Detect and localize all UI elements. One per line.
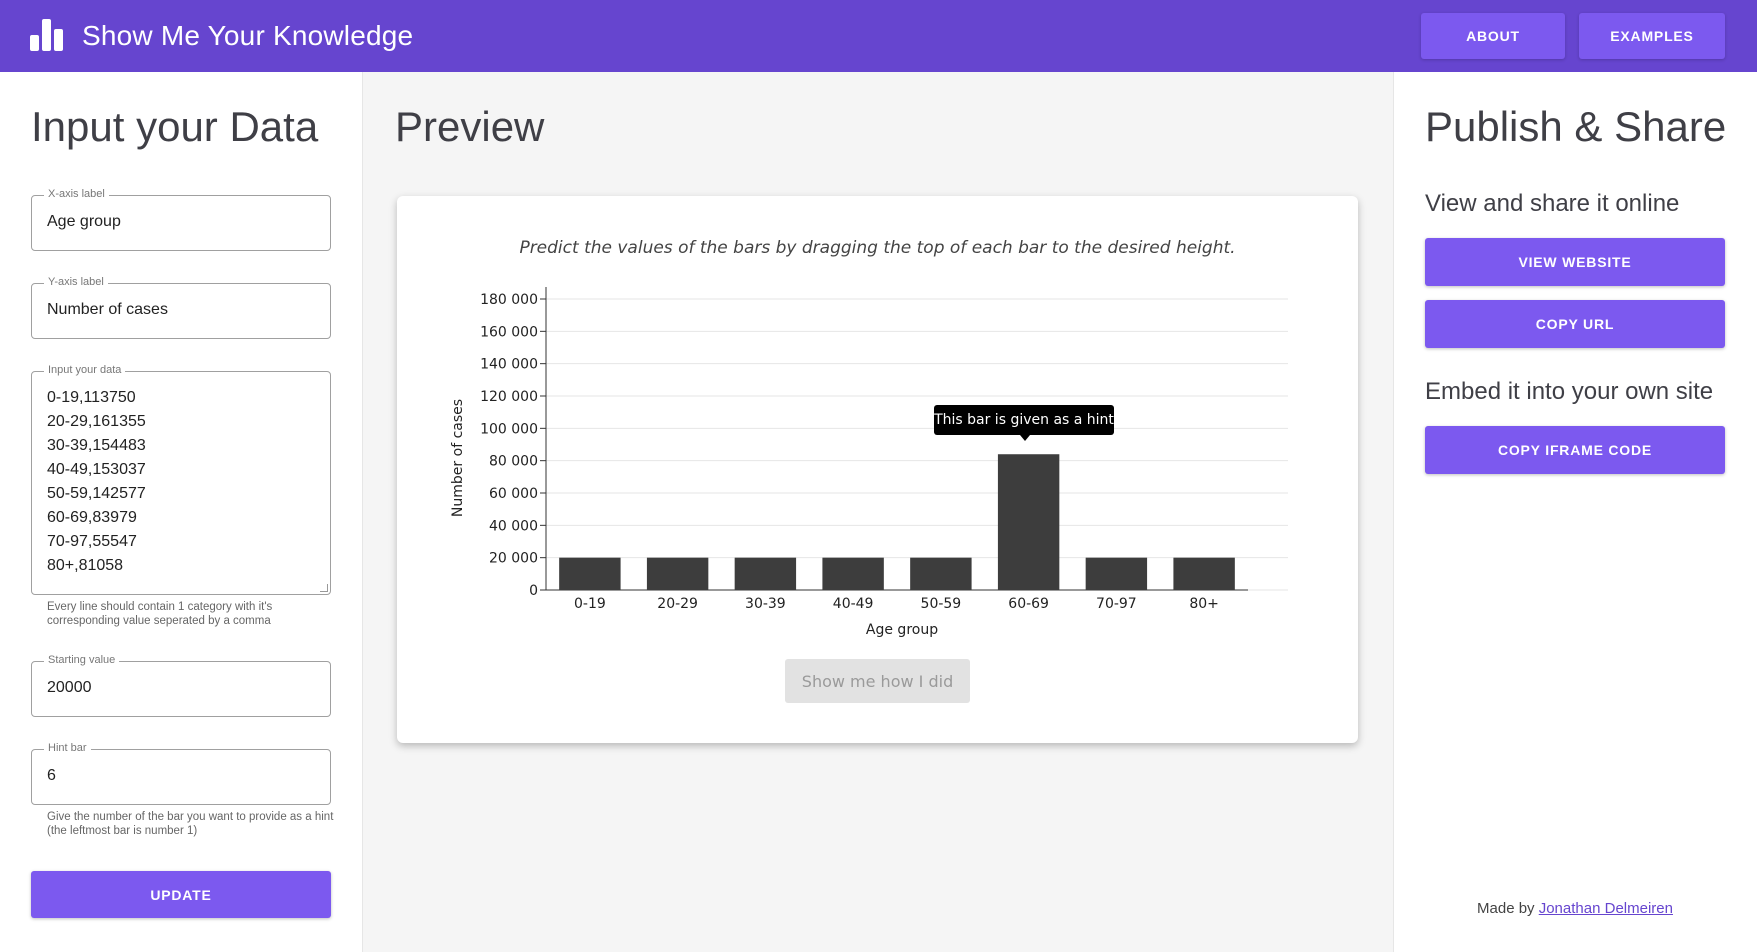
examples-button[interactable]: EXAMPLES	[1579, 13, 1725, 59]
data-input-helper: Every line should contain 1 category wit…	[47, 601, 273, 627]
show-me-how-i-did-button[interactable]: Show me how I did	[785, 659, 970, 703]
starting-value-value: 20000	[47, 679, 92, 696]
data-textarea[interactable]	[47, 386, 317, 586]
view-online-heading: View and share it online	[1425, 190, 1680, 217]
starting-value-field[interactable]: Starting value 20000	[31, 654, 331, 717]
made-by-prefix: Made by	[1477, 900, 1539, 917]
resize-handle[interactable]	[320, 584, 328, 592]
y-axis-label-value: Number of cases	[47, 301, 168, 318]
embed-heading: Embed it into your own site	[1425, 378, 1714, 405]
hint-bar-value: 6	[47, 767, 56, 784]
hint-tooltip: This bar is given as a hint	[934, 405, 1114, 441]
data-input-field[interactable]: Input your data	[31, 364, 331, 595]
copy-iframe-code-button[interactable]: COPY IFRAME CODE	[1425, 426, 1725, 474]
bar-chart-icon	[30, 19, 64, 51]
starting-value-legend: Starting value	[44, 654, 120, 666]
hint-bar-field[interactable]: Hint bar 6	[31, 742, 331, 805]
author-link[interactable]: Jonathan Delmeiren	[1539, 900, 1673, 917]
update-button[interactable]: UPDATE	[31, 871, 331, 918]
x-axis-label-legend: X-axis label	[44, 188, 109, 200]
app-title: Show Me Your Knowledge	[82, 20, 414, 51]
publish-title: Publish & Share	[1425, 103, 1727, 150]
data-input-legend: Input your data	[44, 364, 126, 376]
hint-bar-helper: Give the number of the bar you want to p…	[47, 811, 334, 837]
view-website-button[interactable]: VIEW WEBSITE	[1425, 238, 1725, 286]
y-axis-label-legend: Y-axis label	[44, 276, 108, 288]
preview-title: Preview	[395, 103, 545, 150]
x-axis-label-field[interactable]: X-axis label Age group	[31, 188, 331, 251]
instruction-text: Predict the values of the bars by draggi…	[519, 238, 1236, 258]
y-axis-label-field[interactable]: Y-axis label Number of cases	[31, 276, 331, 339]
input-panel-title: Input your Data	[31, 103, 319, 150]
app-bar: Show Me Your Knowledge ABOUT EXAMPLES	[0, 0, 1757, 72]
copy-url-button[interactable]: COPY URL	[1425, 300, 1725, 348]
x-axis-label-value: Age group	[47, 213, 121, 230]
about-button[interactable]: ABOUT	[1421, 13, 1565, 59]
footer-credit: Made by Jonathan Delmeiren	[1393, 900, 1757, 917]
hint-bar-legend: Hint bar	[44, 742, 91, 754]
